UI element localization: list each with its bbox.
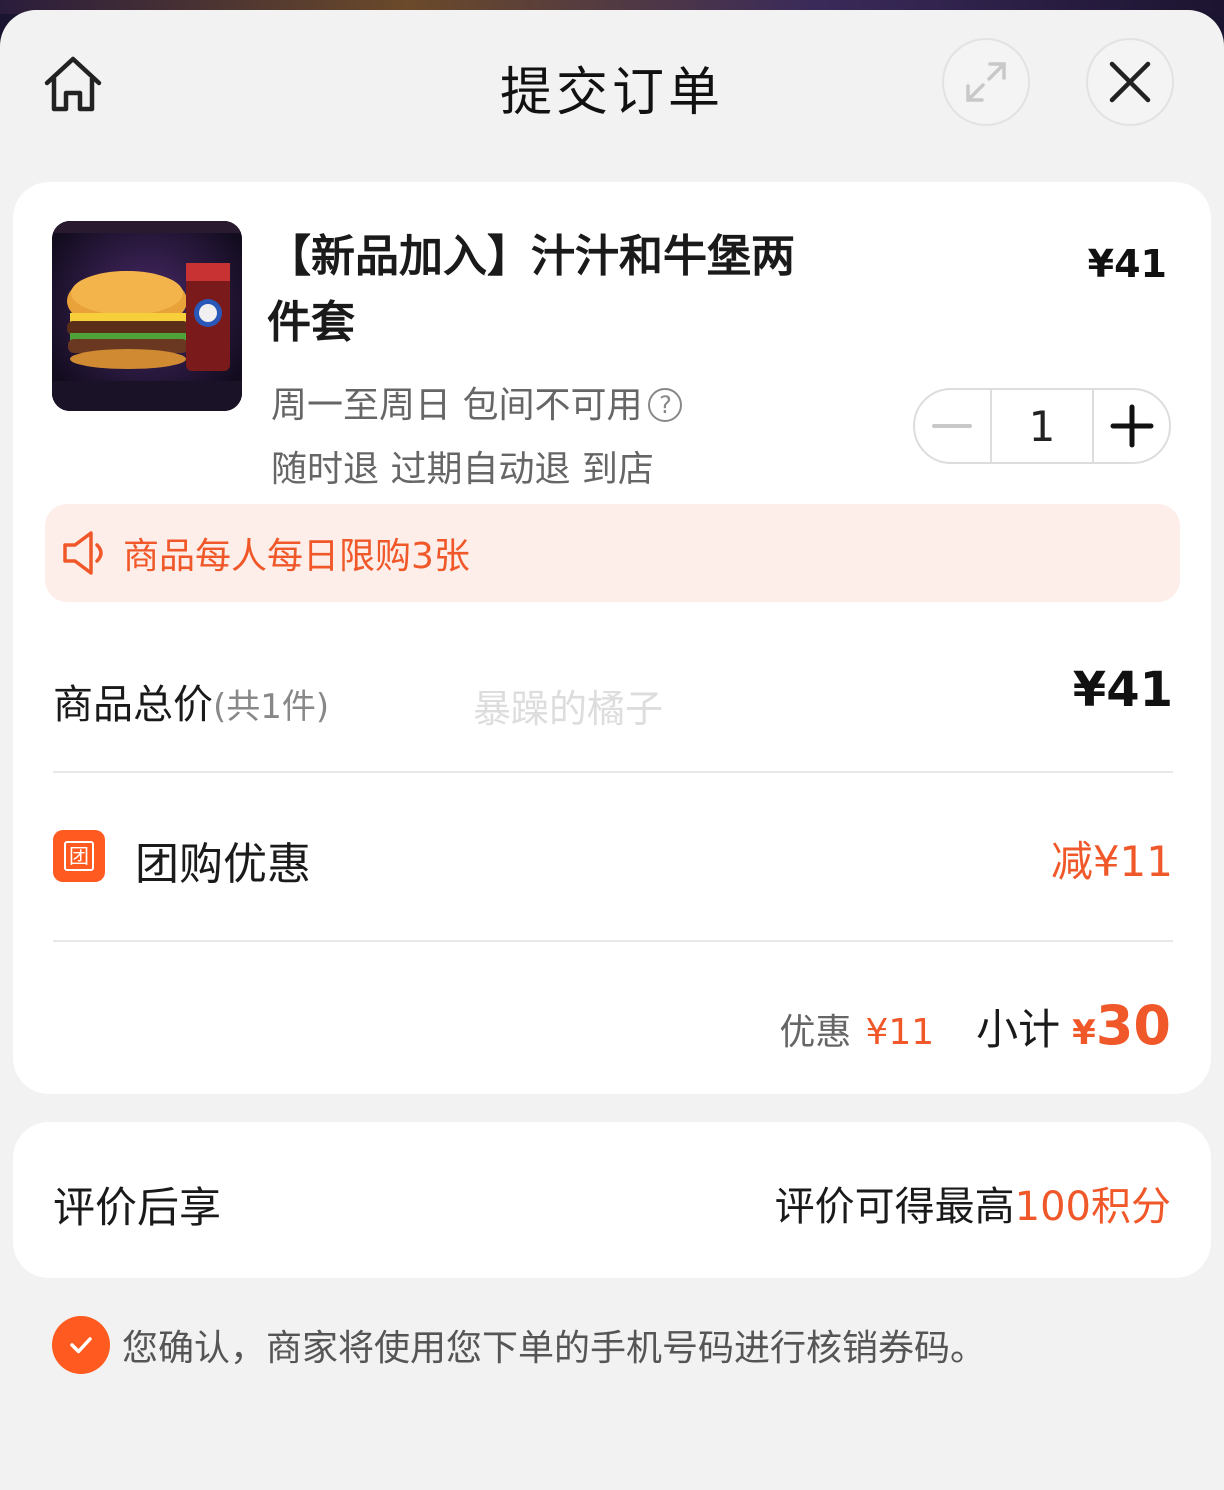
- header: 提交订单: [0, 10, 1224, 160]
- review-reward-prefix: 评价可得最高: [774, 1184, 1015, 1230]
- subtotal-discount-value: ¥11: [865, 1012, 935, 1053]
- discount-label: 团购优惠: [135, 839, 311, 890]
- quantity-stepper: 1: [913, 388, 1171, 464]
- close-button[interactable]: [1086, 38, 1174, 126]
- quantity-value[interactable]: 1: [989, 390, 1095, 462]
- speaker-icon: [63, 531, 103, 575]
- expand-icon: [966, 62, 1006, 102]
- usage-time-text: 周一至周日 包间不可用: [271, 385, 643, 426]
- review-label: 评价后享: [53, 1183, 222, 1232]
- subtotal-value: 30: [1095, 994, 1171, 1057]
- total-label: 商品总价: [53, 682, 213, 728]
- notice-text: 商品每人每日限购3张: [123, 536, 470, 577]
- product-title: 【新品加入】汁汁和牛堡两件套: [267, 231, 795, 348]
- total-count: (共1件): [213, 687, 330, 727]
- order-card: 【新品加入】汁汁和牛堡两件套 ¥41 周一至周日 包间不可用? 随时退 过期自动…: [13, 182, 1211, 1094]
- divider: [53, 940, 1173, 942]
- page-title: 提交订单: [499, 63, 724, 123]
- group-buy-icon-text: 团: [64, 841, 94, 871]
- total-label-group: 商品总价(共1件): [53, 672, 329, 730]
- product-image: [52, 221, 242, 411]
- phone-confirm-row: 您确认，商家将使用您下单的手机号码进行核销券码。: [52, 1316, 986, 1374]
- divider: [53, 771, 1173, 773]
- minus-icon: [932, 424, 973, 428]
- confirm-text: 您确认，商家将使用您下单的手机号码进行核销券码。: [122, 1328, 987, 1369]
- review-reward-text: 评价可得最高100积分: [775, 1174, 1171, 1232]
- total-price: ¥41: [1072, 662, 1173, 718]
- help-icon[interactable]: ?: [648, 388, 683, 422]
- subtotal-discount-label: 优惠: [779, 1012, 852, 1053]
- product-price: ¥41: [1087, 242, 1167, 286]
- product-tags: 周一至周日 包间不可用? 随时退 过期自动退 到店: [271, 374, 683, 502]
- plus-icon: [1110, 404, 1154, 448]
- review-reward-points: 100积分: [1014, 1184, 1171, 1230]
- subtotal-label: 小计: [976, 1005, 1061, 1054]
- discount-value: 减¥11: [1050, 837, 1173, 886]
- increase-button[interactable]: [1094, 390, 1169, 462]
- expand-button[interactable]: [942, 38, 1030, 126]
- close-icon: [1109, 61, 1151, 103]
- confirm-checkbox[interactable]: [52, 1316, 110, 1374]
- subtotal-row: 优惠 ¥11 小计 ¥ 30: [779, 994, 1171, 1064]
- purchase-limit-notice: 商品每人每日限购3张: [45, 504, 1180, 602]
- group-buy-icon: 团: [53, 830, 105, 882]
- refund-policy-text: 随时退 过期自动退 到店: [271, 449, 654, 490]
- group-discount-row[interactable]: 团 团购优惠 减¥11: [53, 822, 1173, 892]
- watermark: 暴躁的橘子: [473, 687, 664, 731]
- order-sheet: 提交订单 【新品加入】汁汁和牛堡两件套 ¥41 周一至周日 包间不可用 ? 随时…: [0, 10, 1224, 1490]
- check-icon: [70, 1337, 92, 1354]
- review-reward-card: 评价后享 评价可得最高100积分: [13, 1122, 1211, 1278]
- decrease-button[interactable]: [915, 390, 990, 462]
- subtotal-currency: ¥: [1072, 1013, 1096, 1053]
